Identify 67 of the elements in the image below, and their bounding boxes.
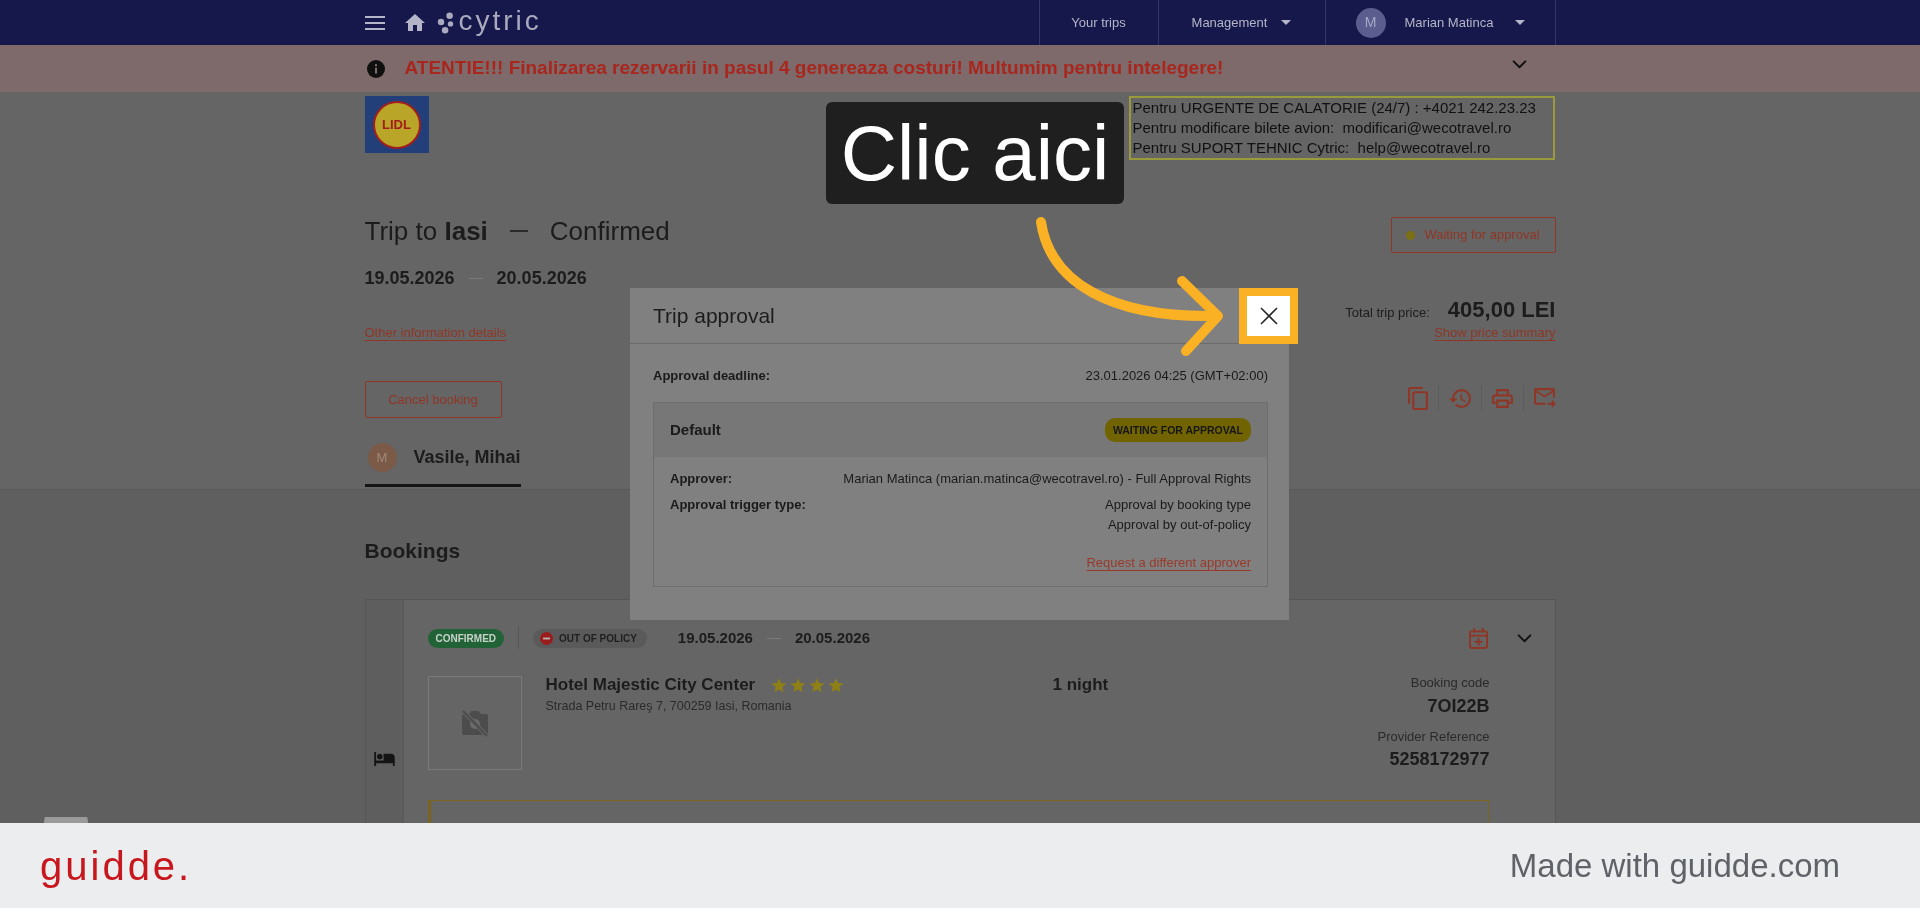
instruction-callout: Clic aici <box>826 102 1124 204</box>
minus-circle-icon <box>540 631 554 645</box>
logo-dots-icon <box>436 11 455 34</box>
chevron-down-icon[interactable] <box>1511 60 1527 69</box>
chevron-down-icon[interactable] <box>1516 633 1532 643</box>
trip-status: Confirmed <box>549 215 670 247</box>
confirmed-badge: CONFIRMED <box>427 628 505 648</box>
approval-field-label: Approval trigger type: <box>670 496 806 514</box>
hotel-name: Hotel Majestic City Center <box>545 674 756 696</box>
footer-credit: Made with guidde.com <box>1509 845 1840 886</box>
approval-name: Default <box>670 421 721 439</box>
star-icon <box>771 677 788 693</box>
crossed-camera-icon <box>459 709 490 737</box>
price-summary-link[interactable]: Show price summary <box>1434 324 1556 342</box>
footer-logo: guidde. <box>40 845 193 886</box>
home-icon[interactable] <box>404 14 425 31</box>
check-in-date: 19.05.2026 <box>677 627 753 648</box>
price-label: Total trip price: <box>1345 304 1430 322</box>
check-out-date: 20.05.2026 <box>794 627 870 648</box>
star-icon <box>790 677 807 693</box>
trip-title: Trip to Iasi <box>364 215 488 247</box>
contact-line: Pentru modificare bilete avion: modificari@wecotravel.ro <box>1132 118 1512 138</box>
details-link[interactable]: Other information details <box>364 324 507 342</box>
alert-message: ATENTIE!!! Finalizarea rezervarii in pasul 4 genereaza costuri! Multumim pentru intelegere! <box>404 56 1224 81</box>
caret-icon <box>1514 20 1525 25</box>
copy-icon[interactable] <box>1407 386 1428 410</box>
bed-icon <box>373 752 395 766</box>
deadline-value: 23.01.2026 04:25 (GMT+02:00) <box>1085 367 1268 385</box>
star-icon <box>828 677 845 693</box>
close-icon <box>1259 307 1278 325</box>
approval-field-value: Approval by booking type <box>1105 496 1251 514</box>
user-avatar: M <box>1355 7 1386 38</box>
booking-code: 7OI22B <box>1427 695 1490 718</box>
policy-label: OUT OF POLICY <box>559 631 637 646</box>
request-approver-link[interactable]: Request a different approver <box>1086 553 1251 573</box>
approval-field-value: Marian Matinca (marian.matinca@wecotravel.ro) - Full Approval Rights <box>843 470 1251 488</box>
approval-field-value: Approval by out-of-policy <box>1107 516 1251 534</box>
status-dot-icon <box>1406 230 1416 240</box>
approval-field-label: Approver: <box>670 470 733 488</box>
contact-line: Pentru URGENTE DE CALATORIE (24/7) : +4021 242.23.23 <box>1132 98 1536 118</box>
info-icon <box>366 59 385 78</box>
star-icon <box>809 677 826 693</box>
envelope-arrow-icon[interactable] <box>1533 388 1556 408</box>
contact-line: Pentru SUPORT TEHNIC Cytric: help@wecotravel.ro <box>1132 138 1491 158</box>
close-button[interactable] <box>1239 288 1298 344</box>
company-logo: LIDL <box>364 96 429 153</box>
booking-code-label: Booking code <box>1410 675 1490 691</box>
dialog-title: Trip approval <box>653 302 775 329</box>
printer-icon[interactable] <box>1491 388 1513 408</box>
approval-status-badge: WAITING FOR APPROVAL <box>1104 418 1251 442</box>
approval-status-button[interactable]: Waiting for approval <box>1390 217 1556 253</box>
cancel-booking-button[interactable]: Cancel booking <box>364 381 502 418</box>
deadline-label: Approval deadline: <box>653 367 771 385</box>
menu-icon[interactable] <box>364 15 385 30</box>
logo-text: cytric <box>458 6 542 35</box>
bookings-heading: Bookings <box>364 538 461 564</box>
caret-icon <box>1281 20 1292 25</box>
provider-reference-label: Provider Reference <box>1377 729 1490 745</box>
end-date: 20.05.2026 <box>496 267 587 290</box>
hotel-address: Strada Petru Rareş 7, 700259 Iasi, Romania <box>545 698 792 714</box>
calendar-plus-icon[interactable] <box>1468 627 1488 649</box>
start-date: 19.05.2026 <box>364 267 455 290</box>
provider-reference: 5258172977 <box>1389 748 1490 771</box>
stay-duration: 1 night <box>1052 674 1109 696</box>
history-icon[interactable] <box>1448 388 1471 408</box>
total-price: 405,00 LEI <box>1447 296 1556 324</box>
floating-button[interactable] <box>44 817 88 823</box>
